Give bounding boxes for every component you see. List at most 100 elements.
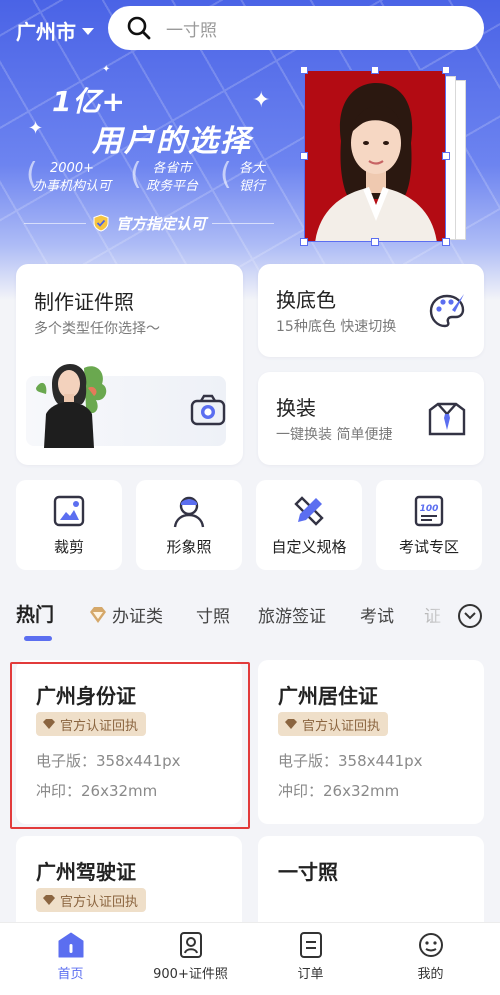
resize-handle[interactable]	[300, 66, 308, 74]
nav-label: 900+证件照	[153, 967, 228, 982]
sparkle-icon: ✦	[102, 64, 111, 75]
camera-icon	[190, 394, 226, 426]
caret-down-icon	[82, 28, 94, 35]
tab-exam[interactable]: 考试	[360, 602, 394, 627]
diamond-icon	[285, 719, 297, 729]
badge-label: 官方认证回执	[60, 894, 139, 910]
resize-handle[interactable]	[442, 152, 450, 160]
portrait-illustration	[315, 83, 437, 241]
product-title: 广州居住证	[278, 684, 378, 708]
tool-label: 自定义规格	[271, 538, 347, 556]
banner-feature-agencies: ( 2000+ 办事机构认可	[22, 160, 122, 196]
product-title: 一寸照	[278, 860, 338, 884]
palette-icon	[429, 294, 465, 328]
change-background-card[interactable]: 换底色 15种底色 快速切换	[258, 264, 484, 357]
crop-icon	[53, 495, 85, 527]
nav-orders[interactable]: 订单	[248, 931, 373, 982]
nav-label: 我的	[417, 967, 444, 982]
city-selector[interactable]: 广州市	[16, 16, 94, 45]
tab-label: 办证类	[112, 607, 163, 627]
search-bar[interactable]: 一寸照	[108, 6, 484, 50]
print-size: 冲印：26x32mm	[278, 782, 400, 800]
sample-id-photo	[304, 70, 446, 242]
digital-size: 电子版：358x441px	[278, 752, 423, 770]
divider	[212, 222, 275, 224]
feature-value: 各省市	[152, 161, 192, 176]
active-tab-indicator	[24, 636, 52, 641]
order-icon	[299, 932, 322, 958]
tool-exam[interactable]: 100 考试专区	[376, 480, 482, 570]
search-icon	[127, 16, 151, 40]
selected-highlight-box	[10, 662, 250, 829]
portrait-icon	[173, 496, 205, 528]
banner-feature-platforms: ( 各省市 政务平台	[130, 157, 212, 196]
banner-feature-banks: ( 各大 银行	[220, 160, 280, 196]
tool-custom-size[interactable]: 自定义规格	[256, 480, 362, 570]
svg-text:100: 100	[420, 504, 439, 514]
resize-handle[interactable]	[300, 152, 308, 160]
profile-icon	[418, 933, 443, 957]
diamond-icon	[43, 895, 55, 905]
category-tabs: 热门 办证类 寸照 旅游签证 考试 证	[0, 596, 500, 646]
nav-label: 订单	[297, 967, 324, 982]
diamond-icon	[90, 606, 106, 623]
feature-value: 各大	[238, 161, 265, 176]
tab-inch-photo[interactable]: 寸照	[196, 602, 230, 627]
expand-tabs-button[interactable]	[458, 604, 482, 628]
divider	[24, 222, 86, 224]
resize-handle[interactable]	[442, 66, 450, 74]
search-placeholder: 一寸照	[166, 20, 217, 41]
tab-fade-overlay	[418, 596, 458, 636]
badge-label: 官方认证回执	[302, 718, 381, 734]
nav-profile[interactable]: 我的	[368, 931, 493, 982]
product-card-guangzhou-driver[interactable]: 广州驾驶证 官方认证回执	[16, 836, 242, 936]
product-title: 广州驾驶证	[36, 860, 136, 884]
tool-crop[interactable]: 裁剪	[16, 480, 122, 570]
feature-label: 银行	[238, 179, 265, 194]
resize-handle[interactable]	[442, 238, 450, 246]
sparkle-icon: ✦	[28, 118, 44, 139]
city-name: 广州市	[16, 20, 76, 44]
make-photo-card[interactable]: 制作证件照 多个类型任你选择～	[16, 264, 243, 465]
product-card-one-inch[interactable]: 一寸照	[258, 836, 484, 936]
card-subtitle: 15种底色 快速切换	[276, 319, 397, 335]
id-photo-icon	[179, 932, 202, 958]
official-receipt-badge: 官方认证回执	[278, 712, 389, 736]
home-icon	[58, 932, 83, 958]
sparkle-icon: ✦	[252, 88, 271, 113]
banner-slogan-title: 用户的选择	[92, 124, 252, 159]
official-text: 官方指定认可	[116, 214, 207, 233]
nav-home[interactable]: 首页	[8, 931, 133, 982]
tool-label: 裁剪	[53, 538, 84, 556]
exam-icon: 100	[414, 495, 444, 527]
shield-check-icon	[93, 214, 109, 232]
tab-certificates[interactable]: 办证类	[88, 602, 163, 627]
bracket-left-icon: (	[26, 157, 38, 192]
product-card-guangzhou-residence[interactable]: 广州居住证 官方认证回执 电子版：358x441px 冲印：26x32mm	[258, 660, 484, 824]
nav-label: 首页	[57, 967, 84, 982]
shirt-tie-icon	[428, 402, 466, 436]
person-thumbnail	[36, 364, 107, 448]
change-outfit-card[interactable]: 换装 一键换装 简单便捷	[258, 372, 484, 465]
tool-label: 形象照	[166, 538, 212, 556]
card-title: 制作证件照	[34, 290, 134, 314]
chevron-down-icon	[464, 612, 476, 620]
custom-size-icon	[294, 496, 324, 526]
nav-id-photos[interactable]: 900+证件照	[128, 931, 253, 982]
resize-handle[interactable]	[300, 238, 308, 246]
resize-handle[interactable]	[371, 66, 379, 74]
bottom-navigation: 首页 900+证件照 订单 我的	[0, 922, 500, 995]
banner-slogan-count: 1亿+	[52, 85, 126, 118]
resize-handle[interactable]	[371, 238, 379, 246]
tool-portrait[interactable]: 形象照	[136, 480, 242, 570]
tab-travel-visa[interactable]: 旅游签证	[258, 602, 326, 627]
card-subtitle: 多个类型任你选择～	[34, 321, 160, 337]
card-title: 换装	[276, 396, 316, 420]
feature-label: 政务平台	[145, 179, 198, 194]
official-certified-label: 官方指定认可	[24, 212, 275, 234]
tool-label: 考试专区	[398, 538, 459, 556]
card-subtitle: 一键换装 简单便捷	[276, 427, 393, 443]
bracket-left-icon: (	[130, 157, 142, 192]
tab-hot[interactable]: 热门	[16, 600, 54, 627]
official-receipt-badge: 官方认证回执	[36, 888, 147, 912]
